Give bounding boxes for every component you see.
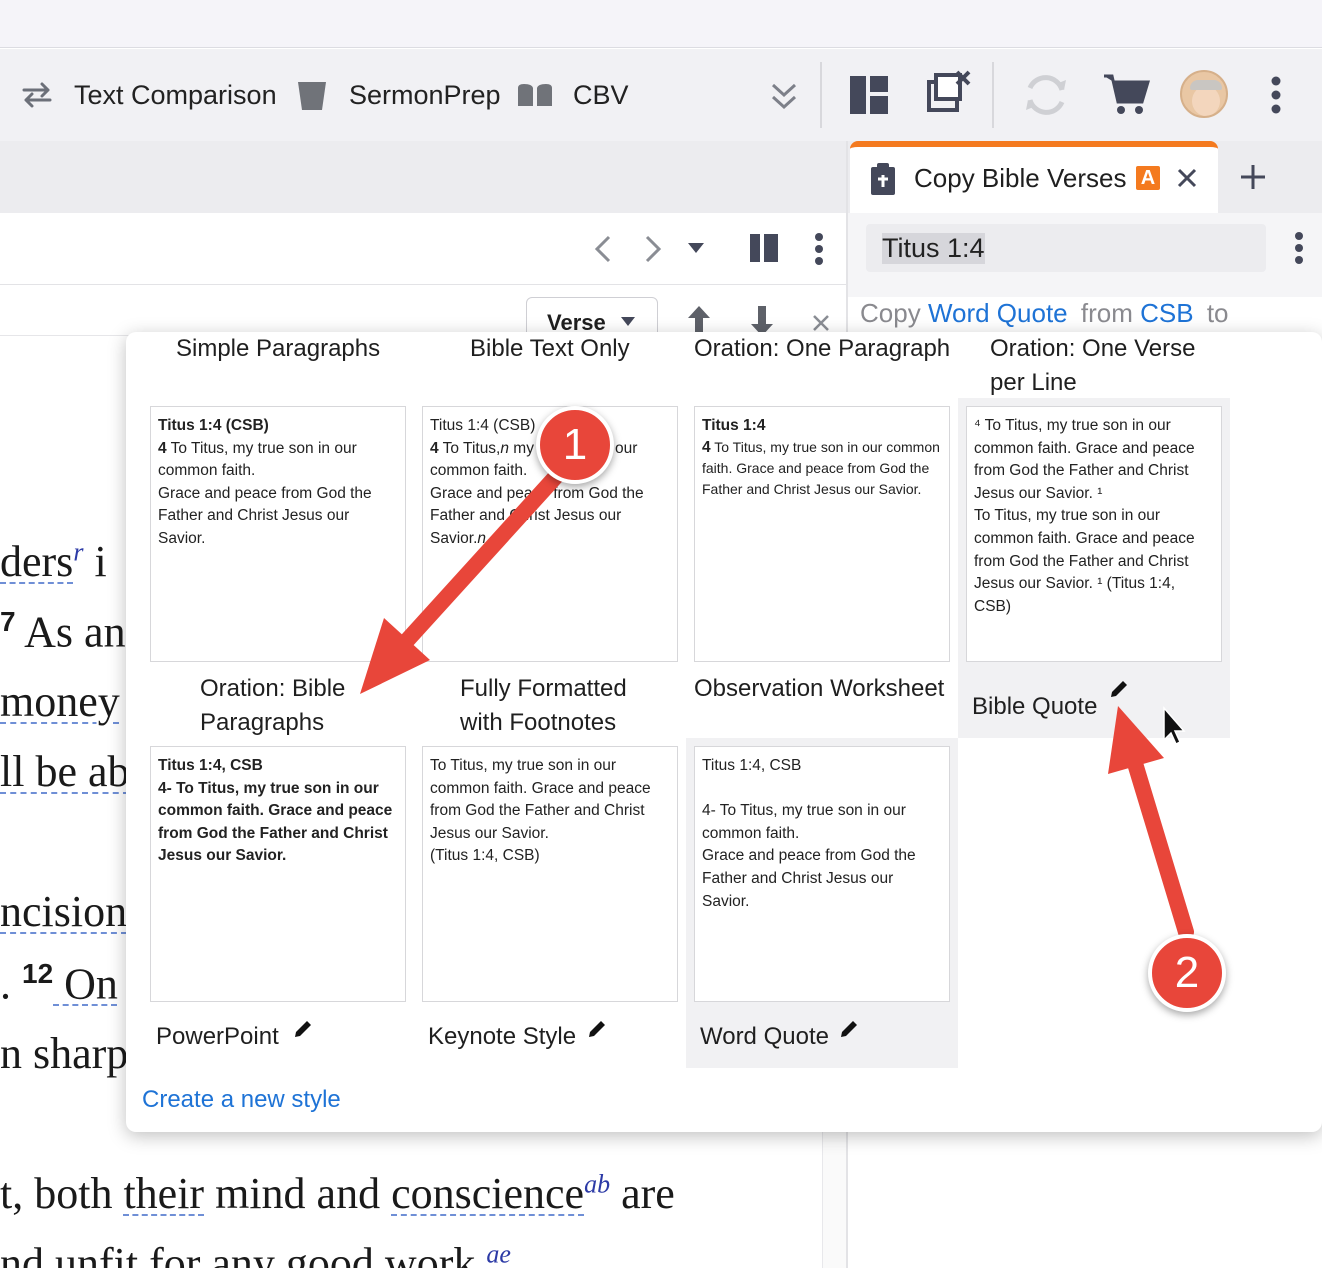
annotation-badge-1: 1 — [536, 406, 614, 484]
annotation-badge-2: 2 — [1148, 934, 1226, 1012]
annotation-arrows — [360, 464, 1194, 940]
mouse-cursor-icon — [1163, 705, 1186, 746]
arrow-2-head — [1108, 706, 1164, 774]
arrow-2-shaft — [1126, 752, 1194, 940]
arrow-1-shaft — [394, 464, 568, 654]
